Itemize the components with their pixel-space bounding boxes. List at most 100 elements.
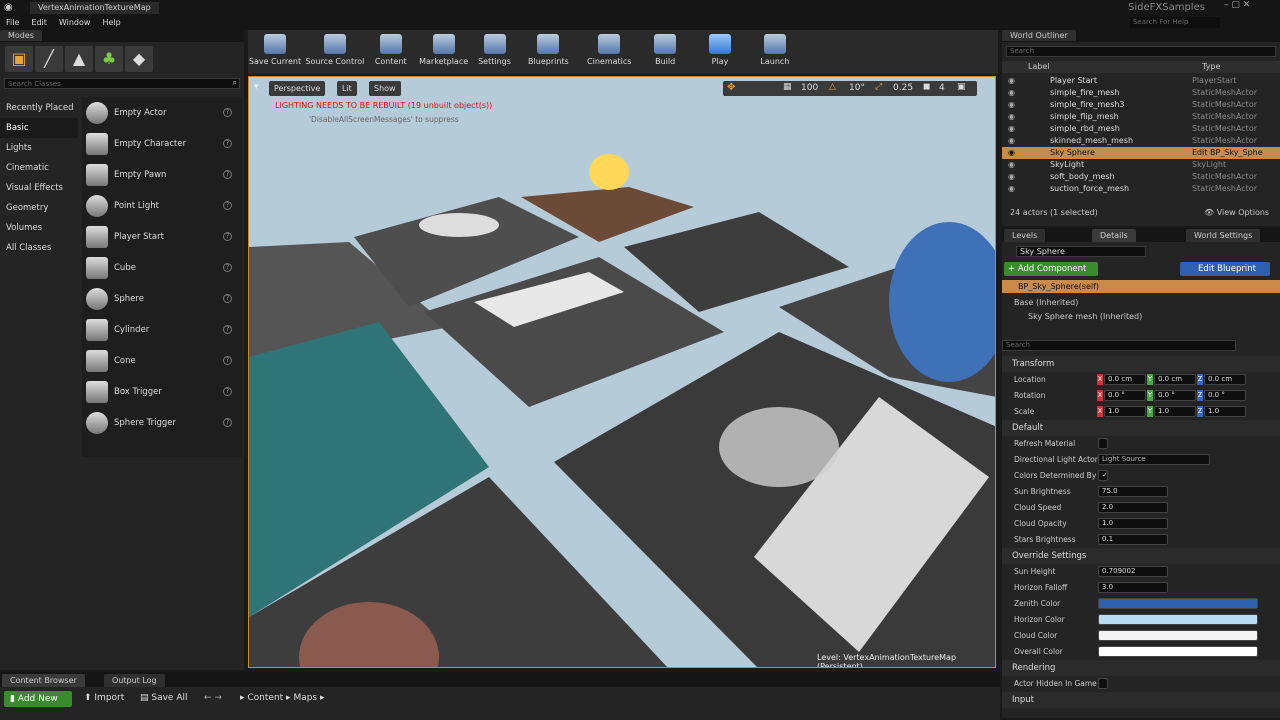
content-button[interactable]: Content xyxy=(368,30,414,66)
help-icon[interactable]: ? xyxy=(223,201,232,210)
eye-icon[interactable]: ◉ xyxy=(1008,123,1015,135)
blueprints-button[interactable]: Blueprints xyxy=(518,30,578,66)
component-self[interactable]: BP_Sky_Sphere(self) xyxy=(1002,280,1280,293)
component-mesh[interactable]: Sky Sphere mesh (Inherited) xyxy=(1028,312,1142,321)
cloud-speed-input[interactable]: 2.0 xyxy=(1098,502,1168,513)
build-button[interactable]: Build xyxy=(640,30,690,66)
history-arrows-icon[interactable]: ← → xyxy=(204,693,222,703)
help-icon[interactable]: ? xyxy=(223,139,232,148)
perspective-button[interactable]: Perspective xyxy=(269,81,326,96)
overall-color-swatch[interactable] xyxy=(1098,646,1258,657)
edit-blueprint-button[interactable]: Edit Blueprint xyxy=(1180,262,1270,276)
scale-snap-icon[interactable]: ⤢ xyxy=(875,82,882,92)
hidden-checkbox[interactable] xyxy=(1098,678,1108,689)
list-item[interactable]: Box Trigger? xyxy=(82,376,242,407)
cinematics-button[interactable]: Cinematics xyxy=(581,30,637,66)
eye-icon[interactable]: ◉ xyxy=(1008,111,1015,123)
foliage-mode-icon[interactable]: ♣ xyxy=(95,46,123,72)
source-control-button[interactable]: Source Control xyxy=(305,30,365,66)
section-override[interactable]: Override Settings xyxy=(1002,548,1280,564)
menu-help[interactable]: Help xyxy=(102,16,120,30)
save-all-button[interactable]: ▤ Save All xyxy=(140,693,188,703)
help-icon[interactable]: ? xyxy=(223,294,232,303)
list-item[interactable]: Sphere? xyxy=(82,283,242,314)
paint-mode-icon[interactable]: ╱ xyxy=(35,46,63,72)
table-row[interactable]: ◉ soft_body_mesh StaticMeshActor xyxy=(1002,171,1280,183)
marketplace-button[interactable]: Marketplace xyxy=(417,30,471,66)
table-row[interactable]: ◉ simple_flip_mesh StaticMeshActor xyxy=(1002,111,1280,123)
transform-icon[interactable]: ✥ xyxy=(727,82,735,93)
help-icon[interactable]: ? xyxy=(223,263,232,272)
category-visual-effects[interactable]: Visual Effects xyxy=(0,178,78,198)
tab-output-log[interactable]: Output Log xyxy=(104,674,165,687)
list-item[interactable]: Cone? xyxy=(82,345,242,376)
angle-size[interactable]: 10° xyxy=(849,83,865,93)
add-new-button[interactable]: ▮ Add New xyxy=(4,691,72,707)
outliner-search-input[interactable]: Search xyxy=(1006,46,1276,57)
section-transform[interactable]: Transform xyxy=(1002,356,1280,372)
level-viewport[interactable]: ▾ Perspective Lit Show LIGHTING NEEDS TO… xyxy=(248,76,996,668)
component-base[interactable]: Base (Inherited) xyxy=(1014,298,1078,307)
save-current-button[interactable]: Save Current xyxy=(248,30,302,66)
list-item[interactable]: Empty Pawn? xyxy=(82,159,242,190)
landscape-mode-icon[interactable]: ▲ xyxy=(65,46,93,72)
eye-icon[interactable]: ◉ xyxy=(1008,99,1015,111)
camera-speed[interactable]: 4 xyxy=(939,83,945,93)
viewport-menu-icon[interactable]: ▾ xyxy=(254,82,259,92)
search-classes-input[interactable]: Search Classes xyxy=(5,80,61,88)
scale-size[interactable]: 0.25 xyxy=(893,83,913,93)
geometry-mode-icon[interactable]: ◆ xyxy=(125,46,153,72)
horizon-falloff-input[interactable]: 3.0 xyxy=(1098,582,1168,593)
maximize-icon[interactable]: ▣ xyxy=(957,82,966,92)
category-all-classes[interactable]: All Classes xyxy=(0,238,78,258)
list-item[interactable]: Cube? xyxy=(82,252,242,283)
menu-window[interactable]: Window xyxy=(59,16,91,30)
table-row[interactable]: ◉ skinned_mesh_mesh StaticMeshActor xyxy=(1002,135,1280,147)
table-row[interactable]: ◉ SkyLight SkyLight xyxy=(1002,159,1280,171)
help-search-input[interactable]: Search For Help xyxy=(1130,17,1220,28)
category-recently-placed[interactable]: Recently Placed xyxy=(0,98,78,118)
show-button[interactable]: Show xyxy=(369,81,401,96)
window-tab[interactable]: VertexAnimationTextureMap xyxy=(30,2,159,14)
window-controls-icon[interactable]: – ▢ ✕ xyxy=(1224,0,1250,10)
category-lights[interactable]: Lights xyxy=(0,138,78,158)
grid-snap-icon[interactable]: ▦ xyxy=(783,82,792,92)
tab-modes[interactable]: Modes xyxy=(0,30,42,41)
list-item[interactable]: Point Light? xyxy=(82,190,242,221)
eye-icon[interactable]: ◉ xyxy=(1008,171,1015,183)
col-label[interactable]: Label xyxy=(1028,61,1050,73)
grid-size[interactable]: 100 xyxy=(801,83,818,93)
launch-button[interactable]: Launch xyxy=(750,30,800,66)
details-search-input[interactable]: Search xyxy=(1002,340,1236,351)
table-row-selected[interactable]: ◉ Sky Sphere Edit BP_Sky_Sphe xyxy=(1002,147,1280,159)
cloud-opacity-input[interactable]: 1.0 xyxy=(1098,518,1168,529)
import-button[interactable]: ⬆ Import xyxy=(84,693,124,703)
play-button[interactable]: Play xyxy=(693,30,747,66)
menu-file[interactable]: File xyxy=(6,16,19,30)
category-geometry[interactable]: Geometry xyxy=(0,198,78,218)
help-icon[interactable]: ? xyxy=(223,325,232,334)
help-icon[interactable]: ? xyxy=(223,418,232,427)
angle-snap-icon[interactable]: △ xyxy=(829,82,836,92)
list-item[interactable]: Player Start? xyxy=(82,221,242,252)
help-icon[interactable]: ? xyxy=(223,108,232,117)
eye-icon[interactable]: ◉ xyxy=(1008,159,1015,171)
list-item[interactable]: Cylinder? xyxy=(82,314,242,345)
eye-icon[interactable]: ◉ xyxy=(1008,183,1015,195)
help-icon[interactable]: ? xyxy=(223,387,232,396)
table-row[interactable]: ◉ suction_force_mesh StaticMeshActor xyxy=(1002,183,1280,195)
stars-brightness-input[interactable]: 0.1 xyxy=(1098,534,1168,545)
table-row[interactable]: ◉ simple_rbd_mesh StaticMeshActor xyxy=(1002,123,1280,135)
col-type[interactable]: Type xyxy=(1202,61,1220,73)
sun-brightness-input[interactable]: 75.0 xyxy=(1098,486,1168,497)
add-component-button[interactable]: + Add Component xyxy=(1004,262,1098,276)
colors-checkbox[interactable]: ✓ xyxy=(1098,470,1108,481)
eye-icon[interactable]: ◉ xyxy=(1008,147,1015,159)
eye-icon[interactable]: ◉ xyxy=(1008,87,1015,99)
light-source-dropdown[interactable]: Light Source xyxy=(1098,454,1210,465)
menu-edit[interactable]: Edit xyxy=(31,16,47,30)
zenith-color-swatch[interactable] xyxy=(1098,598,1258,609)
sun-height-input[interactable]: 0.709002 xyxy=(1098,566,1168,577)
category-cinematic[interactable]: Cinematic xyxy=(0,158,78,178)
tab-content-browser[interactable]: Content Browser xyxy=(2,674,85,687)
